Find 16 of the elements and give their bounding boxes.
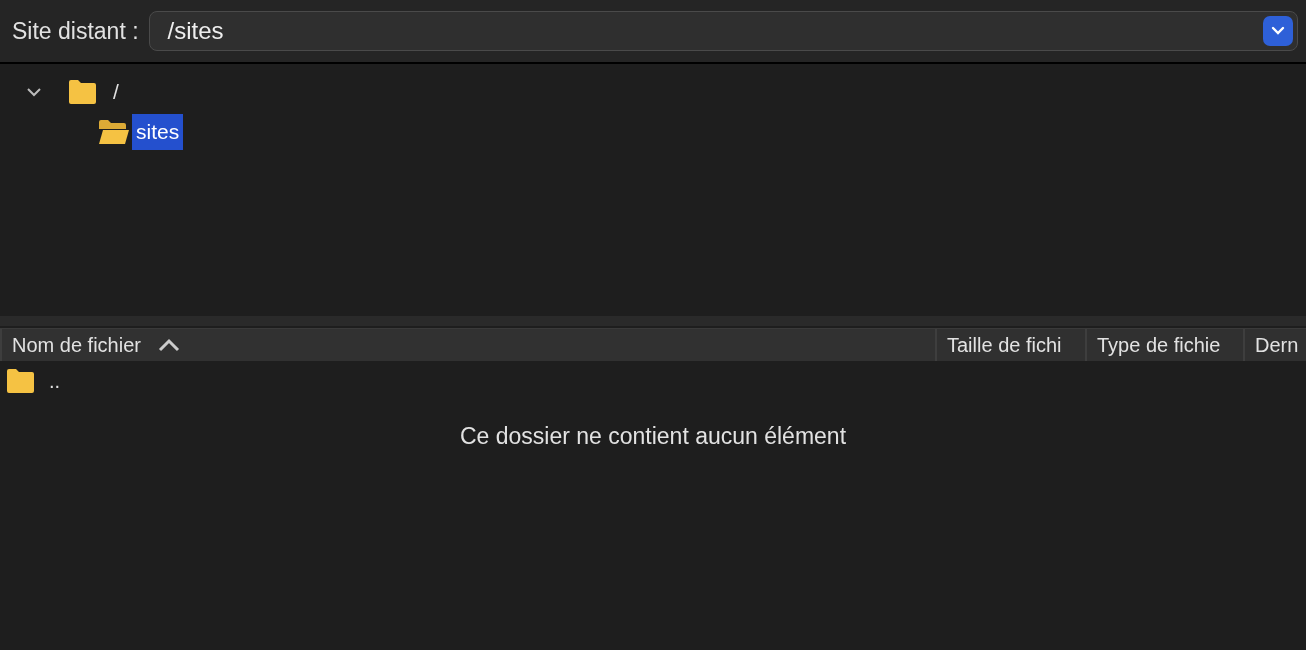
column-header[interactable]: Type de fichie xyxy=(1085,329,1243,361)
column-header[interactable]: Taille de fichi xyxy=(935,329,1085,361)
chevron-icon[interactable] xyxy=(26,87,42,97)
column-header[interactable]: Nom de fichier xyxy=(0,329,935,361)
sort-ascending-icon xyxy=(156,338,181,352)
tree-item[interactable]: sites xyxy=(132,114,184,150)
file-name[interactable]: .. xyxy=(49,369,61,393)
remote-path-combobox[interactable]: /sites xyxy=(148,11,1298,51)
tree-item[interactable]: / xyxy=(109,74,123,110)
dropdown-icon[interactable] xyxy=(1263,16,1293,46)
folder-icon xyxy=(68,79,97,105)
empty-message: Ce dossier ne contient aucun élément xyxy=(458,423,848,450)
folder-icon xyxy=(98,119,130,145)
folder-icon xyxy=(6,368,35,394)
column-header[interactable]: Dern xyxy=(1243,329,1306,361)
remote-site-label: Site distant : xyxy=(12,17,139,45)
